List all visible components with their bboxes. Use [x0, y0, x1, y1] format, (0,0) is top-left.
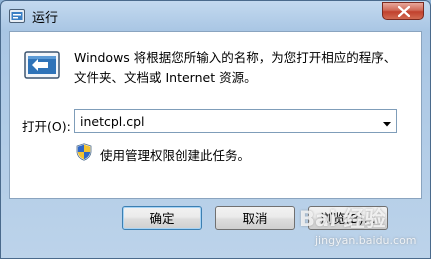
- description-line-1: Windows 将根据您所输入的名称，为您打开相应的程序、: [74, 50, 397, 65]
- chevron-down-icon: [383, 122, 391, 127]
- command-input[interactable]: [75, 110, 373, 132]
- run-icon: [9, 8, 25, 23]
- run-dialog-window: 运行 Windows 将根据您所输入的名称，为您打开相应的程序、 文件夹、文档或…: [0, 0, 431, 259]
- window-title: 运行: [32, 11, 59, 26]
- dialog-body: Windows 将根据您所输入的名称，为您打开相应的程序、 文件夹、文档或 In…: [9, 31, 422, 199]
- dropdown-button[interactable]: [380, 115, 394, 127]
- shield-icon: [76, 143, 92, 161]
- title-bar[interactable]: 运行: [1, 1, 430, 31]
- close-button[interactable]: [382, 2, 424, 20]
- open-label: 打开(O):: [22, 119, 71, 134]
- ok-button[interactable]: 确定: [122, 206, 202, 230]
- dialog-description: Windows 将根据您所输入的名称，为您打开相应的程序、 文件夹、文档或 In…: [74, 48, 414, 88]
- watermark-sub-text: jingyan.baidu.com: [315, 234, 417, 247]
- cancel-button[interactable]: 取消: [215, 206, 295, 230]
- description-line-2: 文件夹、文档或 Internet 资源。: [74, 70, 257, 85]
- command-combobox[interactable]: [74, 109, 397, 133]
- browse-button[interactable]: 浏览(B)...: [308, 206, 388, 230]
- close-icon: [398, 6, 410, 17]
- admin-note: 使用管理权限创建此任务。: [100, 148, 251, 163]
- run-icon: [24, 50, 60, 80]
